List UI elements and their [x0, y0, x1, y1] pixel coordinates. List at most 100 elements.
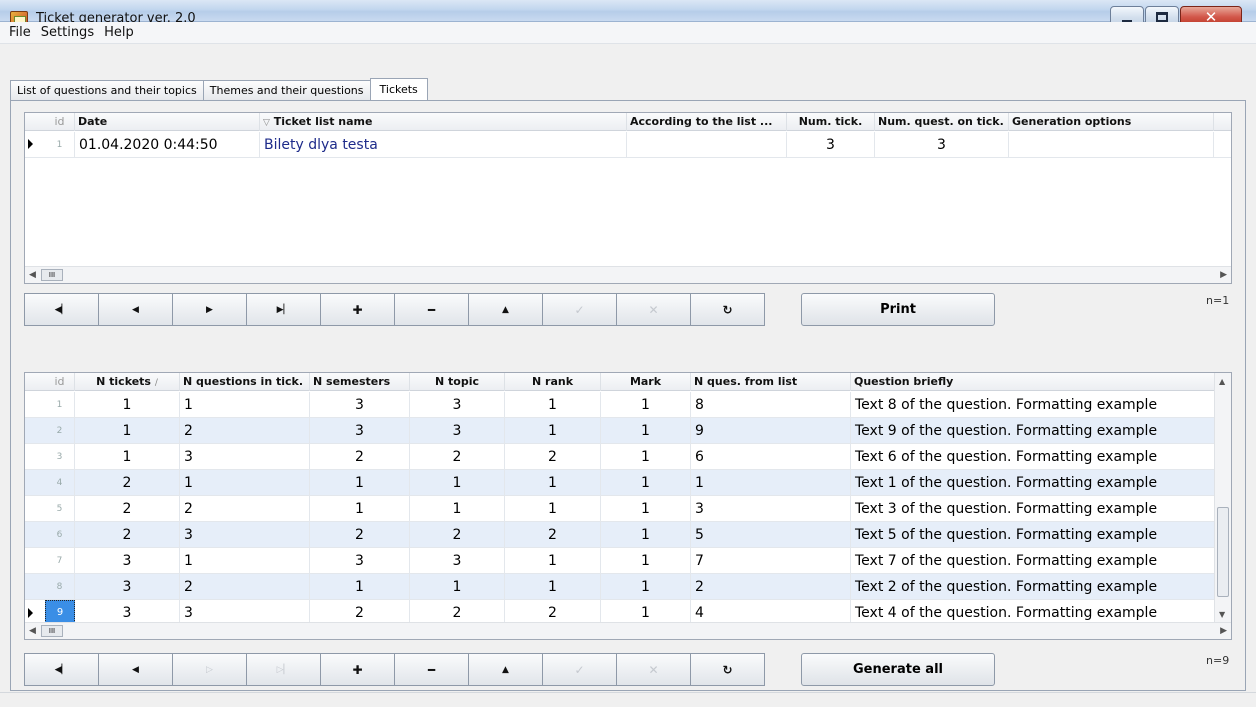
row-n-ques-from-list[interactable]: 6	[691, 444, 851, 469]
col-num-quest[interactable]: Num. quest. on tick.	[875, 113, 1009, 131]
row-num-tick[interactable]: 3	[787, 132, 875, 157]
row-question-briefly[interactable]: Text 7 of the question. Formatting examp…	[851, 548, 1215, 573]
scroll-right-icon[interactable]: ▶	[1220, 270, 1227, 280]
row-n-tickets[interactable]: 3	[75, 574, 180, 599]
table-row[interactable]: 7 3 1 3 3 1 1 7 Text 7 of the question. Formatti…	[25, 548, 1231, 574]
nav-cancel-button[interactable]: ✕	[616, 653, 691, 686]
row-n-rank[interactable]: 1	[505, 470, 601, 495]
scroll-down-icon[interactable]: ▼	[1219, 610, 1225, 619]
scroll-thumb[interactable]	[1217, 507, 1229, 597]
scroll-left-icon[interactable]: ◀	[29, 626, 36, 636]
tab-questions-topics[interactable]: List of questions and their topics	[10, 80, 204, 100]
col-n-tickets[interactable]: N tickets ∕	[75, 373, 180, 391]
nav-next-button[interactable]: ▶	[172, 293, 247, 326]
row-question-briefly[interactable]: Text 8 of the question. Formatting examp…	[851, 392, 1215, 417]
row-mark[interactable]: 1	[601, 444, 691, 469]
row-n-rank[interactable]: 2	[505, 522, 601, 547]
row-n-ques-from-list[interactable]: 7	[691, 548, 851, 573]
nav-cancel-button[interactable]: ✕	[616, 293, 691, 326]
row-generation-options[interactable]	[1009, 132, 1214, 157]
table-row[interactable]: 6 2 3 2 2 2 1 5 Text 5 of the question. Formatti…	[25, 522, 1231, 548]
ticket-questions-hscroll[interactable]: ◀ III ▶	[25, 622, 1231, 639]
row-n-ques-from-list[interactable]: 3	[691, 496, 851, 521]
row-mark[interactable]: 1	[601, 496, 691, 521]
row-question-briefly[interactable]: Text 1 of the question. Formatting examp…	[851, 470, 1215, 495]
nav-delete-button[interactable]: ━	[394, 653, 469, 686]
col-id[interactable]: id	[45, 373, 75, 391]
row-question-briefly[interactable]: Text 6 of the question. Formatting examp…	[851, 444, 1215, 469]
col-n-topic[interactable]: N topic	[410, 373, 505, 391]
row-question-briefly[interactable]: Text 9 of the question. Formatting examp…	[851, 418, 1215, 443]
col-n-questions[interactable]: N questions in tick.	[180, 373, 310, 391]
row-n-ques-from-list[interactable]: 9	[691, 418, 851, 443]
row-n-rank[interactable]: 2	[505, 444, 601, 469]
ticket-lists-grid[interactable]: id Date ▽ Ticket list name According to …	[24, 112, 1232, 284]
row-question-briefly[interactable]: Text 3 of the question. Formatting examp…	[851, 496, 1215, 521]
nav-next-button[interactable]: ▷	[172, 653, 247, 686]
row-mark[interactable]: 1	[601, 470, 691, 495]
ticket-questions-grid[interactable]: id N tickets ∕ N questions in tick. N se…	[24, 372, 1232, 640]
col-num-tick[interactable]: Num. tick.	[787, 113, 875, 131]
row-n-rank[interactable]: 1	[505, 548, 601, 573]
row-n-ques-from-list[interactable]: 1	[691, 470, 851, 495]
row-n-rank[interactable]: 1	[505, 496, 601, 521]
nav-delete-button[interactable]: ━	[394, 293, 469, 326]
row-n-semesters[interactable]: 1	[310, 574, 410, 599]
row-n-semesters[interactable]: 2	[310, 522, 410, 547]
tab-themes-questions[interactable]: Themes and their questions	[202, 80, 371, 100]
nav-refresh-button[interactable]: ↻	[690, 653, 765, 686]
nav-last-button[interactable]: ▷▏	[246, 653, 321, 686]
row-n-semesters[interactable]: 1	[310, 496, 410, 521]
row-n-tickets[interactable]: 2	[75, 496, 180, 521]
row-question-briefly[interactable]: Text 5 of the question. Formatting examp…	[851, 522, 1215, 547]
ticket-lists-hscroll[interactable]: ◀ III ▶	[25, 266, 1231, 283]
col-date[interactable]: Date	[75, 113, 260, 131]
row-n-semesters[interactable]: 3	[310, 548, 410, 573]
menu-help[interactable]: Help	[99, 25, 139, 40]
row-n-topic[interactable]: 1	[410, 470, 505, 495]
row-n-tickets[interactable]: 1	[75, 444, 180, 469]
nav-prior-button[interactable]: ◀	[98, 293, 173, 326]
col-mark[interactable]: Mark	[601, 373, 691, 391]
row-n-rank[interactable]: 1	[505, 392, 601, 417]
menu-file[interactable]: File	[4, 25, 36, 40]
row-mark[interactable]: 1	[601, 418, 691, 443]
generate-all-button[interactable]: Generate all	[801, 653, 995, 686]
table-row[interactable]: 1 1 1 3 3 1 1 8 Text 8 of the question. Formatti…	[25, 392, 1231, 418]
row-n-tickets[interactable]: 2	[75, 522, 180, 547]
row-date[interactable]: 01.04.2020 0:44:50	[75, 132, 260, 157]
row-n-topic[interactable]: 3	[410, 418, 505, 443]
nav-post-button[interactable]: ✓	[542, 293, 617, 326]
print-button[interactable]: Print	[801, 293, 995, 326]
nav-prior-button[interactable]: ◀	[98, 653, 173, 686]
row-n-semesters[interactable]: 3	[310, 418, 410, 443]
row-n-semesters[interactable]: 1	[310, 470, 410, 495]
row-n-questions[interactable]: 2	[180, 418, 310, 443]
nav-first-button[interactable]: ◀▏	[24, 653, 99, 686]
row-n-questions[interactable]: 1	[180, 392, 310, 417]
scroll-right-icon[interactable]: ▶	[1220, 626, 1227, 636]
menu-settings[interactable]: Settings	[36, 25, 99, 40]
ticket-questions-vscroll[interactable]: ▲ ▼	[1214, 373, 1231, 622]
col-ticket-list-name[interactable]: ▽ Ticket list name	[260, 113, 627, 131]
row-according[interactable]	[627, 132, 787, 157]
col-according[interactable]: According to the list ...	[627, 113, 787, 131]
row-n-semesters[interactable]: 2	[310, 444, 410, 469]
row-mark[interactable]: 1	[601, 548, 691, 573]
nav-refresh-button[interactable]: ↻	[690, 293, 765, 326]
row-mark[interactable]: 1	[601, 574, 691, 599]
row-n-tickets[interactable]: 2	[75, 470, 180, 495]
row-n-tickets[interactable]: 1	[75, 418, 180, 443]
row-mark[interactable]: 1	[601, 392, 691, 417]
row-n-tickets[interactable]: 1	[75, 392, 180, 417]
nav-edit-button[interactable]: ▲	[468, 293, 543, 326]
row-n-topic[interactable]: 3	[410, 548, 505, 573]
tab-tickets[interactable]: Tickets	[369, 78, 428, 100]
row-n-tickets[interactable]: 3	[75, 548, 180, 573]
row-n-questions[interactable]: 2	[180, 496, 310, 521]
col-n-ques-from-list[interactable]: N ques. from list	[691, 373, 851, 391]
col-id[interactable]: id	[45, 113, 75, 131]
nav-insert-button[interactable]: ✚	[320, 653, 395, 686]
nav-first-button[interactable]: ◀▏	[24, 293, 99, 326]
col-generation-options[interactable]: Generation options	[1009, 113, 1214, 131]
